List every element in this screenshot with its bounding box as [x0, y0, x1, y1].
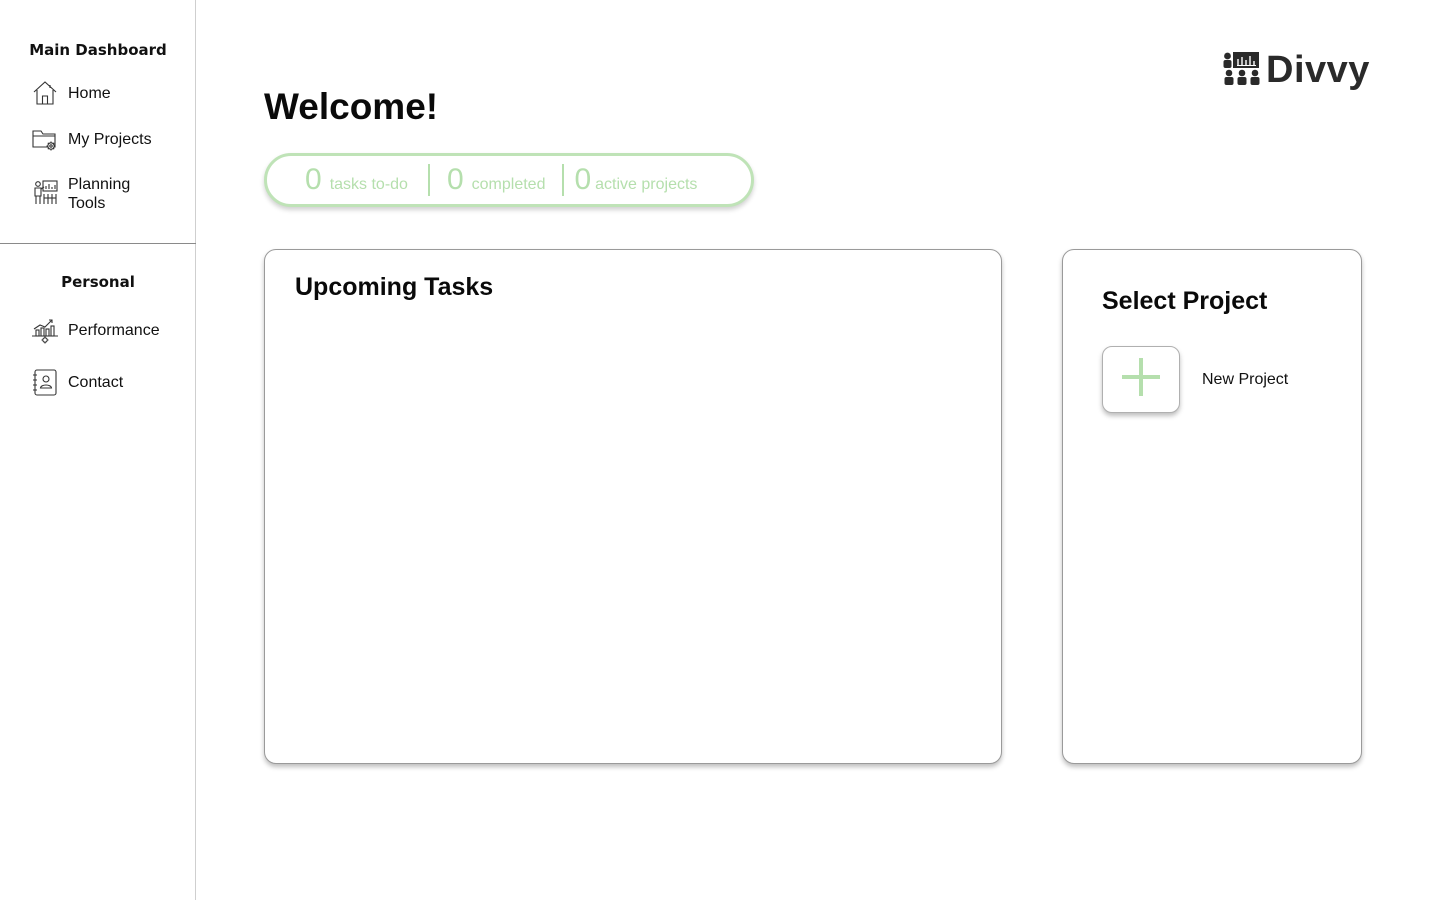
- stat-divider: [562, 164, 565, 196]
- stat-value: 0: [446, 163, 464, 196]
- brand-name: Divvy: [1266, 49, 1370, 91]
- stat-active-projects: 0 active projects: [574, 163, 697, 197]
- stat-completed: 0 completed: [447, 163, 546, 197]
- home-icon: [30, 78, 60, 108]
- stat-divider: [427, 164, 430, 196]
- stat-label: tasks to-do: [329, 176, 408, 193]
- sidebar-item-label: Planning Tools: [68, 176, 131, 212]
- contact-book-icon: [30, 367, 60, 397]
- main-dashboard-heading: Main Dashboard: [29, 41, 167, 59]
- sidebar-item-label: Contact: [68, 373, 124, 391]
- plus-icon: [1119, 355, 1163, 404]
- sidebar-item-home[interactable]: Home: [30, 78, 180, 108]
- select-project-card: Select Project New Project: [1062, 249, 1362, 764]
- stats-summary: 0 tasks to-do 0 completed 0 active proje…: [264, 153, 754, 207]
- folder-gear-icon: [30, 124, 60, 154]
- performance-chart-icon: [30, 315, 60, 345]
- stat-value: 0: [574, 163, 592, 196]
- stat-value: 0: [305, 163, 322, 196]
- personal-heading: Personal: [61, 273, 135, 291]
- upcoming-tasks-title: Upcoming Tasks: [295, 273, 494, 301]
- brand-logo[interactable]: Divvy: [1222, 48, 1370, 93]
- sidebar-divider: [0, 243, 196, 244]
- stat-label: active projects: [595, 176, 698, 193]
- sidebar-item-label: My Projects: [68, 130, 152, 148]
- planning-presentation-icon: [30, 177, 60, 207]
- sidebar: Main Dashboard Home My Projects Planning…: [0, 0, 196, 900]
- sidebar-item-my-projects[interactable]: My Projects: [30, 124, 180, 154]
- sidebar-item-performance[interactable]: Performance: [30, 315, 180, 345]
- select-project-title: Select Project: [1102, 287, 1268, 315]
- stat-label: completed: [471, 176, 546, 193]
- sidebar-item-contact[interactable]: Contact: [30, 367, 180, 397]
- new-project-label[interactable]: New Project: [1202, 371, 1288, 389]
- sidebar-item-planning-tools[interactable]: Planning Tools: [30, 175, 180, 213]
- new-project-button[interactable]: [1102, 346, 1180, 413]
- upcoming-tasks-card: Upcoming Tasks: [264, 249, 1002, 764]
- stat-tasks-todo: 0 tasks to-do: [305, 163, 408, 197]
- page-title: Welcome!: [264, 86, 439, 127]
- sidebar-item-label: Home: [68, 84, 111, 102]
- sidebar-item-label: Performance: [68, 321, 160, 339]
- team-presentation-icon: [1222, 48, 1262, 93]
